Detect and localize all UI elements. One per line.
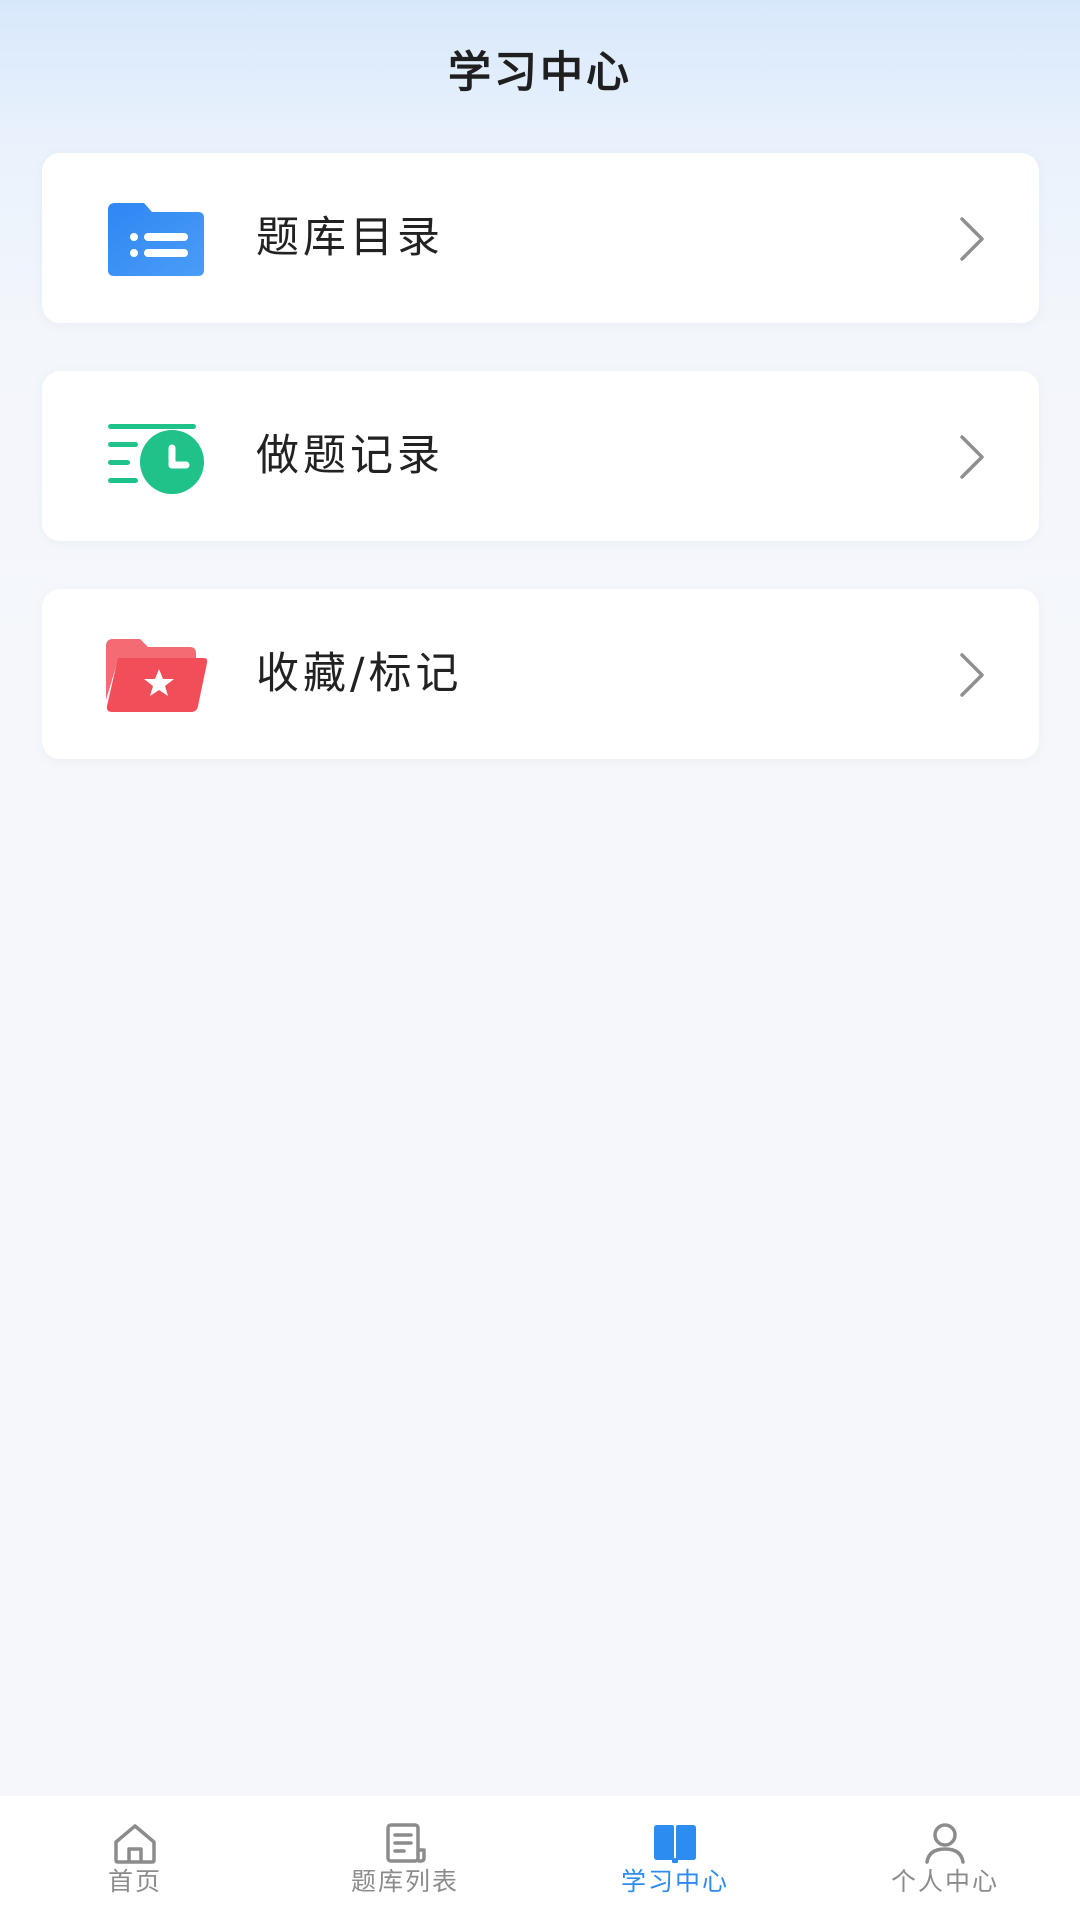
tab-label: 个人中心 [890, 1867, 999, 1896]
menu-item-practice-records[interactable]: 做题记录 [42, 371, 1039, 541]
menu-item-label: 题库目录 [256, 213, 444, 263]
tab-profile[interactable]: 个人中心 [810, 1796, 1080, 1920]
menu-item-favorites-marks[interactable]: 收藏/标记 [42, 589, 1039, 759]
list-folder-icon [108, 203, 204, 276]
document-list-icon [386, 1823, 426, 1863]
chevron-right-icon [960, 653, 984, 697]
tab-home[interactable]: 首页 [0, 1796, 270, 1920]
tab-label: 题库列表 [350, 1867, 459, 1896]
open-book-icon [654, 1825, 696, 1863]
tab-label: 首页 [107, 1867, 162, 1896]
menu-item-label: 收藏/标记 [256, 649, 463, 699]
tab-study-center[interactable]: 学习中心 [540, 1796, 810, 1920]
menu-item-label: 做题记录 [256, 431, 444, 481]
bottom-tab-bar: 首页 题库列表 学习中心 个人中心 [0, 1796, 1080, 1920]
chevron-right-icon [960, 435, 984, 479]
star-folder-icon [106, 639, 208, 712]
menu-item-question-bank-catalog[interactable]: 题库目录 [42, 153, 1039, 323]
home-icon [114, 1824, 156, 1864]
chevron-right-icon [960, 217, 984, 261]
history-clock-icon [108, 424, 204, 494]
tab-label: 学习中心 [620, 1867, 729, 1896]
user-icon [925, 1823, 965, 1864]
menu-list: 题库目录 做题记录 收藏/标记 [42, 153, 1039, 807]
tab-question-bank-list[interactable]: 题库列表 [270, 1796, 540, 1920]
page-title: 学习中心 [448, 48, 632, 98]
